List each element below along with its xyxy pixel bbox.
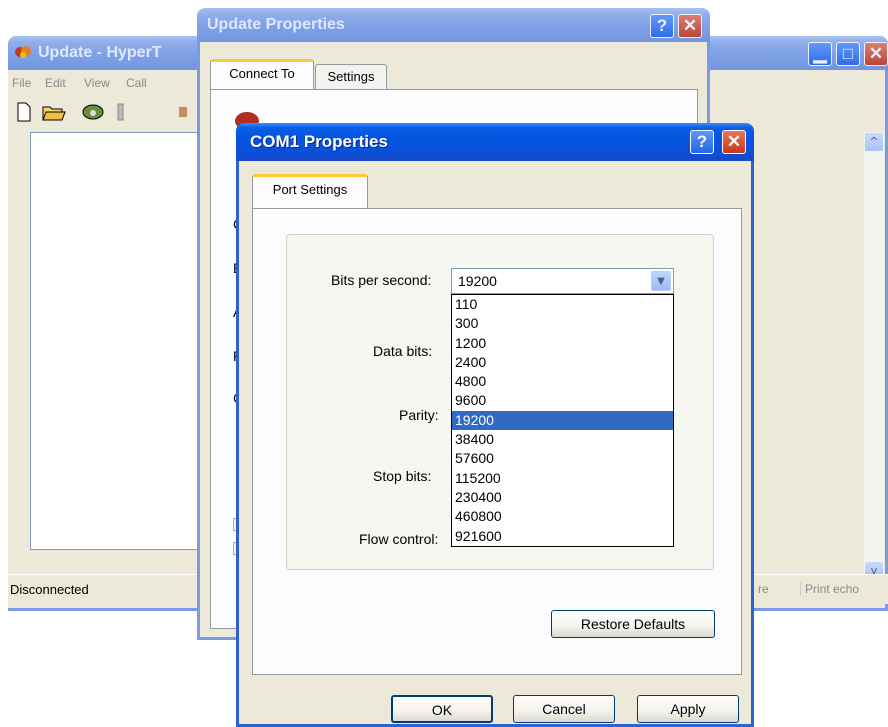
- help-button[interactable]: ?: [690, 130, 714, 154]
- baud-option[interactable]: 19200: [452, 410, 673, 431]
- cancel-button[interactable]: Cancel: [513, 695, 615, 723]
- tab-port-settings[interactable]: Port Settings: [252, 174, 368, 208]
- baud-option[interactable]: 57600: [452, 449, 673, 468]
- ok-button[interactable]: OK: [391, 695, 493, 723]
- toolbar: [8, 98, 208, 128]
- baud-option[interactable]: 110: [452, 295, 673, 314]
- baud-option[interactable]: 9600: [452, 391, 673, 410]
- close-button[interactable]: ✕: [722, 130, 746, 154]
- bits-per-second-select[interactable]: 19200 ▼: [451, 268, 674, 294]
- baud-rate-dropdown-list[interactable]: 110 300 1200 2400 4800 9600 19200 38400 57600 115…: [451, 294, 674, 547]
- close-button[interactable]: ✕: [678, 14, 702, 38]
- status-print-echo: Print echo: [800, 582, 859, 596]
- baud-option[interactable]: 4800: [452, 372, 673, 391]
- baud-option[interactable]: 38400: [452, 430, 673, 449]
- stop-bits-label: Stop bits:: [373, 468, 432, 484]
- terminal-area[interactable]: [30, 132, 220, 550]
- port-settings-panel: Bits per second: Data bits: Parity: Stop…: [252, 208, 742, 675]
- data-bits-label: Data bits:: [373, 343, 433, 359]
- tab-settings[interactable]: Settings: [315, 64, 387, 89]
- tab-connect-to[interactable]: Connect To: [210, 59, 314, 89]
- send-icon[interactable]: [178, 104, 188, 124]
- baud-option[interactable]: 115200: [452, 469, 673, 488]
- restore-defaults-button[interactable]: Restore Defaults: [551, 610, 715, 638]
- apply-button[interactable]: Apply: [637, 695, 739, 723]
- status-connection: Disconnected: [10, 582, 89, 597]
- baud-rate-options: 110 300 1200 2400 4800 9600 19200 38400 57600 115…: [452, 295, 673, 546]
- close-button[interactable]: ✕: [864, 42, 888, 66]
- new-document-icon[interactable]: [16, 102, 32, 126]
- help-button[interactable]: ?: [650, 14, 674, 38]
- menu-call[interactable]: Call: [126, 76, 147, 90]
- baud-option[interactable]: 300: [452, 314, 673, 333]
- baud-option[interactable]: 2400: [452, 353, 673, 372]
- baud-option[interactable]: 460800: [452, 507, 673, 526]
- menu-bar: File Edit View Call: [8, 70, 208, 98]
- bits-per-second-value: 19200: [458, 273, 497, 289]
- parity-label: Parity:: [399, 407, 439, 423]
- com1-title: COM1 Properties: [250, 132, 388, 151]
- hyperterminal-title: Update - HyperT: [38, 44, 162, 61]
- baud-option[interactable]: 1200: [452, 334, 673, 353]
- baud-option[interactable]: 921600: [452, 527, 673, 546]
- update-properties-title: Update Properties: [207, 16, 345, 33]
- open-folder-icon[interactable]: [42, 103, 66, 125]
- flow-control-label: Flow control:: [359, 531, 439, 547]
- minimize-button[interactable]: ▁: [808, 42, 832, 66]
- disconnect-icon[interactable]: [114, 102, 128, 126]
- maximize-button[interactable]: □: [836, 42, 860, 66]
- menu-file[interactable]: File: [12, 76, 31, 90]
- vertical-scrollbar[interactable]: ^ v: [864, 132, 884, 582]
- chevron-down-icon[interactable]: ▼: [651, 271, 671, 291]
- phone-icon[interactable]: [82, 103, 104, 125]
- com1-properties-dialog: COM1 Properties ? ✕ Port Settings Bits p…: [236, 123, 754, 727]
- scroll-up-button[interactable]: ^: [865, 133, 883, 151]
- status-capture: re: [758, 582, 769, 596]
- hyperterminal-app-icon: [14, 44, 32, 60]
- menu-view[interactable]: View: [84, 76, 110, 90]
- baud-option[interactable]: 230400: [452, 488, 673, 507]
- update-properties-titlebar[interactable]: Update Properties ? ✕: [197, 8, 710, 42]
- com1-titlebar[interactable]: COM1 Properties ? ✕: [236, 123, 754, 161]
- menu-edit[interactable]: Edit: [45, 76, 66, 90]
- com1-body: Port Settings Bits per second: Data bits…: [236, 161, 754, 727]
- bits-per-second-label: Bits per second:: [331, 272, 432, 288]
